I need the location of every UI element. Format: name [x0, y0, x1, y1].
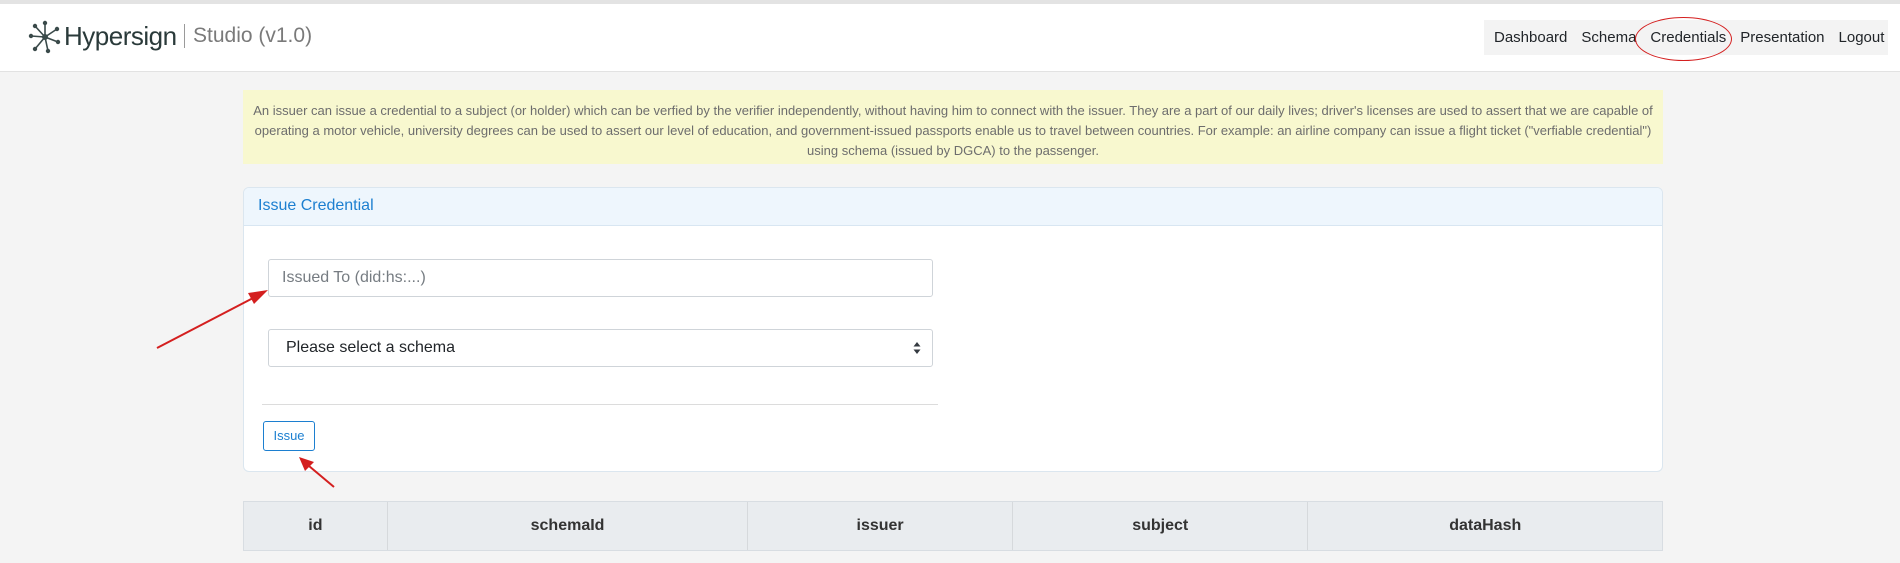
- navbar: Hypersign Studio (v1.0) Dashboard Schema…: [0, 4, 1900, 72]
- nav-logout[interactable]: Logout: [1832, 29, 1892, 46]
- issue-button[interactable]: Issue: [263, 421, 315, 451]
- nav-dashboard[interactable]: Dashboard: [1484, 29, 1574, 46]
- nav-schema[interactable]: Schema: [1574, 29, 1643, 46]
- brand-subtitle: Studio (v1.0): [193, 24, 313, 47]
- issued-to-input[interactable]: [268, 259, 933, 297]
- info-banner: An issuer can issue a credential to a su…: [243, 90, 1663, 164]
- column-header-issuer[interactable]: issuer: [748, 502, 1013, 550]
- column-header-schemaid[interactable]: schemaId: [388, 502, 749, 550]
- brand-divider: [184, 24, 185, 48]
- brand-name[interactable]: Hypersign: [64, 21, 177, 52]
- select-arrows-icon: [913, 342, 921, 354]
- form-divider: [262, 404, 938, 405]
- column-header-subject[interactable]: subject: [1013, 502, 1309, 550]
- schema-select-value: Please select a schema: [286, 339, 455, 356]
- hypersign-logo-icon: [28, 20, 61, 54]
- card-title: Issue Credential: [244, 188, 1662, 226]
- schema-select[interactable]: Please select a schema: [268, 329, 933, 367]
- column-header-datahash[interactable]: dataHash: [1308, 502, 1662, 550]
- issue-credential-card: Issue Credential Please select a schema …: [243, 187, 1663, 472]
- column-header-id[interactable]: id: [244, 502, 388, 550]
- credentials-table-header: id schemaId issuer subject dataHash: [243, 501, 1663, 551]
- nav-menu: Dashboard Schema Credentials Presentatio…: [1484, 20, 1888, 55]
- nav-presentation[interactable]: Presentation: [1733, 29, 1831, 46]
- nav-credentials[interactable]: Credentials: [1643, 29, 1733, 46]
